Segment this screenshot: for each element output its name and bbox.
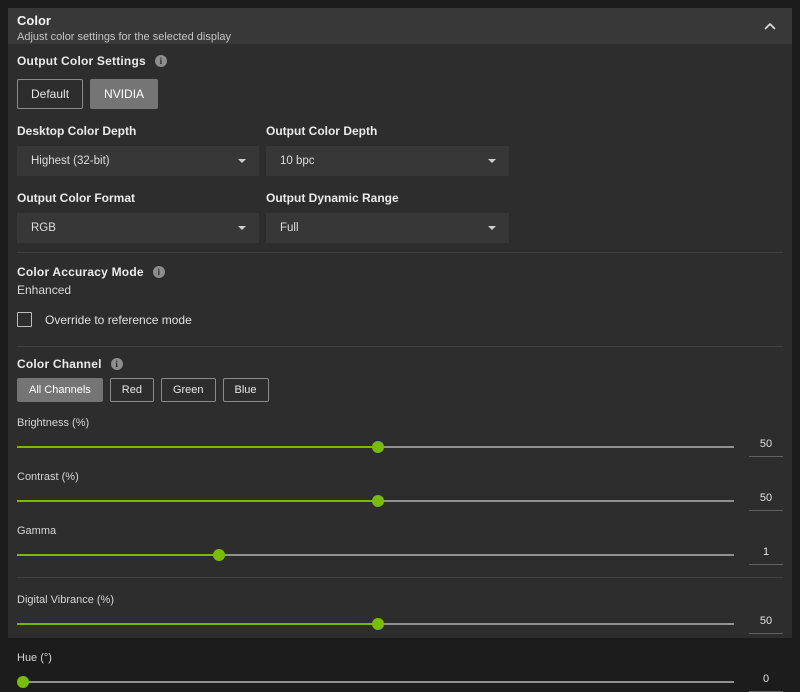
output-color-format-value: RGB: [31, 222, 56, 234]
divider: [17, 577, 783, 578]
chevron-down-icon: [238, 159, 246, 163]
contrast-row: Contrast (%) 50: [17, 471, 783, 511]
output-color-format-label: Output Color Format: [17, 191, 259, 205]
contrast-value-field[interactable]: 50: [749, 490, 783, 511]
page-subtitle: Adjust color settings for the selected d…: [17, 31, 778, 43]
hue-value-field[interactable]: 0: [749, 671, 783, 692]
divider: [17, 252, 783, 253]
output-color-settings-header: Output Color Settings i: [17, 54, 783, 68]
brightness-slider-thumb[interactable]: [372, 441, 384, 453]
override-reference-mode-row[interactable]: Override to reference mode: [17, 312, 783, 327]
output-color-format-select[interactable]: RGB: [17, 213, 259, 243]
contrast-slider-thumb[interactable]: [372, 495, 384, 507]
chevron-down-icon: [238, 226, 246, 230]
brightness-label: Brightness (%): [17, 417, 783, 429]
output-dynamic-range-label: Output Dynamic Range: [266, 191, 509, 205]
gamma-value-field[interactable]: 1: [749, 544, 783, 565]
color-channel-toggle: All Channels Red Green Blue: [17, 378, 783, 402]
desktop-color-depth-value: Highest (32-bit): [31, 155, 110, 167]
channel-toggle-red[interactable]: Red: [110, 378, 154, 402]
color-channel-header: Color Channel i: [17, 357, 783, 371]
hue-slider-thumb[interactable]: [17, 676, 29, 688]
brightness-slider[interactable]: [17, 441, 734, 453]
output-color-settings-label: Output Color Settings: [17, 54, 146, 68]
contrast-slider[interactable]: [17, 495, 734, 507]
output-color-depth-value: 10 bpc: [280, 155, 315, 167]
digital-vibrance-row: Digital Vibrance (%) 50: [17, 594, 783, 634]
brightness-row: Brightness (%) 50: [17, 417, 783, 457]
hue-slider[interactable]: [17, 676, 734, 688]
chevron-up-icon[interactable]: [764, 22, 776, 30]
gamma-slider-thumb[interactable]: [213, 549, 225, 561]
color-dropdowns: Desktop Color Depth Output Color Depth H…: [17, 109, 783, 243]
contrast-label: Contrast (%): [17, 471, 783, 483]
output-color-toggle-default[interactable]: Default: [17, 79, 83, 109]
hue-label: Hue (°): [17, 652, 783, 664]
divider: [17, 346, 783, 347]
channel-toggle-blue[interactable]: Blue: [223, 378, 269, 402]
page-title: Color: [17, 13, 778, 28]
output-color-settings-toggle: Default NVIDIA: [17, 79, 783, 109]
output-color-depth-label: Output Color Depth: [266, 124, 509, 138]
override-reference-mode-label: Override to reference mode: [45, 313, 192, 327]
channel-toggle-all[interactable]: All Channels: [17, 378, 103, 402]
panel-header: Color Adjust color settings for the sele…: [8, 8, 792, 44]
desktop-color-depth-label: Desktop Color Depth: [17, 124, 259, 138]
chevron-down-icon: [488, 159, 496, 163]
desktop-color-depth-select[interactable]: Highest (32-bit): [17, 146, 259, 176]
channel-toggle-green[interactable]: Green: [161, 378, 216, 402]
color-settings-panel: Color Adjust color settings for the sele…: [8, 8, 792, 638]
gamma-slider[interactable]: [17, 549, 734, 561]
color-channel-label: Color Channel: [17, 357, 102, 371]
color-accuracy-header: Color Accuracy Mode i: [17, 265, 783, 279]
digital-vibrance-slider[interactable]: [17, 618, 734, 630]
brightness-value-field[interactable]: 50: [749, 436, 783, 457]
hue-row: Hue (°) 0: [17, 652, 783, 692]
gamma-label: Gamma: [17, 525, 783, 537]
output-color-depth-select[interactable]: 10 bpc: [266, 146, 509, 176]
digital-vibrance-label: Digital Vibrance (%): [17, 594, 783, 606]
output-dynamic-range-value: Full: [280, 222, 299, 234]
info-icon[interactable]: i: [111, 358, 123, 370]
digital-vibrance-slider-thumb[interactable]: [372, 618, 384, 630]
override-reference-mode-checkbox[interactable]: [17, 312, 32, 327]
gamma-row: Gamma 1: [17, 525, 783, 565]
info-icon[interactable]: i: [155, 55, 167, 67]
info-icon[interactable]: i: [153, 266, 165, 278]
color-accuracy-label: Color Accuracy Mode: [17, 265, 144, 279]
chevron-down-icon: [488, 226, 496, 230]
output-color-toggle-nvidia[interactable]: NVIDIA: [90, 79, 158, 109]
output-dynamic-range-select[interactable]: Full: [266, 213, 509, 243]
color-accuracy-value: Enhanced: [17, 283, 783, 297]
digital-vibrance-value-field[interactable]: 50: [749, 613, 783, 634]
